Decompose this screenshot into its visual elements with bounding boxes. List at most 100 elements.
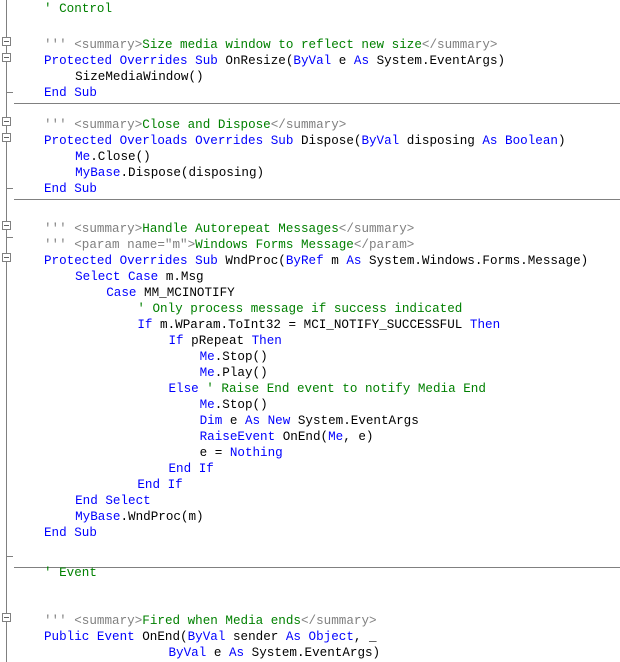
code-token: ' Control bbox=[44, 2, 113, 16]
code-token: , e) bbox=[343, 430, 374, 444]
outlining-gutter-rail bbox=[6, 0, 7, 662]
code-token: .Stop() bbox=[214, 398, 268, 412]
code-line[interactable]: Dim e As New System.EventArgs bbox=[200, 413, 419, 429]
code-token: , _ bbox=[353, 630, 377, 644]
collapse-box-onresize-summary[interactable] bbox=[2, 37, 11, 46]
code-line[interactable]: Me.Play() bbox=[200, 365, 268, 381]
code-token: Dim bbox=[199, 414, 230, 428]
code-token: <summary> bbox=[74, 222, 143, 236]
code-token: ByVal bbox=[361, 134, 407, 148]
code-token: System.EventArgs bbox=[297, 414, 419, 428]
code-line[interactable]: ' Event bbox=[44, 565, 97, 581]
code-line[interactable]: Protected Overloads Overrides Sub Dispos… bbox=[44, 133, 566, 149]
code-line[interactable]: Case MM_MCINOTIFY bbox=[106, 285, 235, 301]
code-line[interactable]: MyBase.WndProc(m) bbox=[75, 509, 204, 525]
outline-end-tick-endsub-wndproc bbox=[6, 556, 13, 557]
code-line[interactable]: Me.Stop() bbox=[200, 349, 268, 365]
code-token: As bbox=[353, 54, 377, 68]
code-token: .Dispose(disposing) bbox=[120, 166, 265, 180]
code-line[interactable]: ''' <summary>Close and Dispose</summary> bbox=[44, 117, 346, 133]
code-token: e bbox=[338, 54, 354, 68]
code-token: End Sub bbox=[44, 526, 97, 540]
collapse-box-wndproc-summary[interactable] bbox=[2, 221, 11, 230]
code-token: Protected Overrides Sub bbox=[44, 254, 226, 268]
code-token: m.Msg bbox=[165, 270, 204, 284]
code-token: .Stop() bbox=[214, 350, 268, 364]
code-line[interactable]: RaiseEvent OnEnd(Me, e) bbox=[200, 429, 374, 445]
code-token: Windows Forms Message bbox=[195, 238, 354, 252]
code-token: MyBase bbox=[75, 510, 121, 524]
code-line[interactable]: If m.WParam.ToInt32 = MCI_NOTIFY_SUCCESS… bbox=[137, 317, 500, 333]
code-line[interactable]: ' Control bbox=[44, 1, 112, 17]
code-token: e bbox=[213, 646, 229, 660]
code-token: pRepeat bbox=[191, 334, 252, 348]
code-token: As bbox=[346, 254, 370, 268]
region-separator-dispose bbox=[14, 199, 620, 200]
code-token: MyBase bbox=[75, 166, 121, 180]
code-line[interactable]: End If bbox=[137, 477, 182, 493]
collapse-box-dispose-summary[interactable] bbox=[2, 117, 11, 126]
code-token: m bbox=[331, 254, 347, 268]
code-line[interactable]: e = Nothing bbox=[200, 445, 283, 461]
code-line[interactable]: End If bbox=[168, 461, 213, 477]
code-token: ''' bbox=[44, 38, 75, 52]
code-token: System.EventArgs) bbox=[251, 646, 381, 660]
code-token: RaiseEvent bbox=[199, 430, 283, 444]
code-line[interactable]: Me.Stop() bbox=[200, 397, 268, 413]
code-token: OnEnd( bbox=[282, 430, 329, 444]
code-line[interactable]: MyBase.Dispose(disposing) bbox=[75, 165, 264, 181]
code-line[interactable]: Protected Overrides Sub WndProc(ByRef m … bbox=[44, 253, 588, 269]
code-line[interactable]: ByVal e As System.EventArgs) bbox=[168, 645, 380, 661]
code-line[interactable]: ' Only process message if success indica… bbox=[137, 301, 462, 317]
code-line[interactable]: ''' <summary>Fired when Media ends</summ… bbox=[44, 613, 377, 629]
code-line[interactable]: Me.Close() bbox=[75, 149, 151, 165]
code-token: WndProc( bbox=[225, 254, 286, 268]
code-token: SizeMediaWindow() bbox=[75, 70, 204, 84]
code-line[interactable]: Else ' Raise End event to notify Media E… bbox=[168, 381, 485, 397]
code-token: Then bbox=[251, 334, 282, 348]
outline-end-tick-dispose bbox=[6, 188, 13, 189]
collapse-box-wndproc-sub[interactable] bbox=[2, 253, 11, 262]
code-line[interactable]: End Sub bbox=[44, 525, 97, 541]
code-token: OnResize( bbox=[225, 54, 294, 68]
code-line[interactable]: SizeMediaWindow() bbox=[75, 69, 203, 85]
code-line[interactable]: Select Case m.Msg bbox=[75, 269, 204, 285]
code-line[interactable]: End Select bbox=[75, 493, 151, 509]
code-token: Me bbox=[328, 430, 344, 444]
code-token: ByVal bbox=[293, 54, 339, 68]
code-token: If bbox=[168, 334, 192, 348]
code-token: MM_MCINOTIFY bbox=[144, 286, 235, 300]
code-token: End Sub bbox=[44, 182, 97, 196]
code-token: e = bbox=[199, 446, 230, 460]
code-token: End If bbox=[137, 478, 183, 492]
collapse-box-dispose-sub[interactable] bbox=[2, 133, 11, 142]
code-line[interactable]: ''' <summary>Handle Autorepeat Messages<… bbox=[44, 221, 414, 237]
code-token: <param name="m"> bbox=[74, 238, 196, 252]
outline-end-tick-wndproc-param bbox=[6, 237, 13, 238]
code-line[interactable]: End Sub bbox=[44, 85, 97, 101]
code-token: Close and Dispose bbox=[142, 118, 271, 132]
code-line[interactable]: Public Event OnEnd(ByVal sender As Objec… bbox=[44, 629, 377, 645]
code-token: <summary> bbox=[74, 118, 143, 132]
code-line[interactable]: End Sub bbox=[44, 181, 97, 197]
code-token: As Object bbox=[285, 630, 354, 644]
code-line[interactable]: Protected Overrides Sub OnResize(ByVal e… bbox=[44, 53, 505, 69]
code-token: </summary> bbox=[270, 118, 347, 132]
code-token: Me bbox=[199, 366, 215, 380]
code-token: sender bbox=[232, 630, 286, 644]
code-line[interactable]: ''' <param name="m">Windows Forms Messag… bbox=[44, 237, 414, 253]
code-token: m.WParam.ToInt32 = MCI_NOTIFY_SUCCESSFUL bbox=[160, 318, 470, 332]
code-token: <summary> bbox=[74, 38, 143, 52]
collapse-box-onresize-sub[interactable] bbox=[2, 53, 11, 62]
code-line[interactable]: If pRepeat Then bbox=[168, 333, 281, 349]
code-token: Select Case bbox=[75, 270, 166, 284]
code-token: Handle Autorepeat Messages bbox=[142, 222, 339, 236]
code-line[interactable]: ''' <summary>Size media window to reflec… bbox=[44, 37, 497, 53]
code-token: ByVal bbox=[168, 646, 214, 660]
code-token: Protected Overloads Overrides Sub bbox=[44, 134, 301, 148]
collapse-box-onend-summary[interactable] bbox=[2, 613, 11, 622]
code-token: ' Raise End event to notify Media End bbox=[206, 382, 486, 396]
code-editor-surface[interactable]: ' Control ''' <summary>Size media window … bbox=[0, 0, 620, 662]
code-token: ) bbox=[557, 134, 566, 148]
code-token: ''' bbox=[44, 118, 75, 132]
